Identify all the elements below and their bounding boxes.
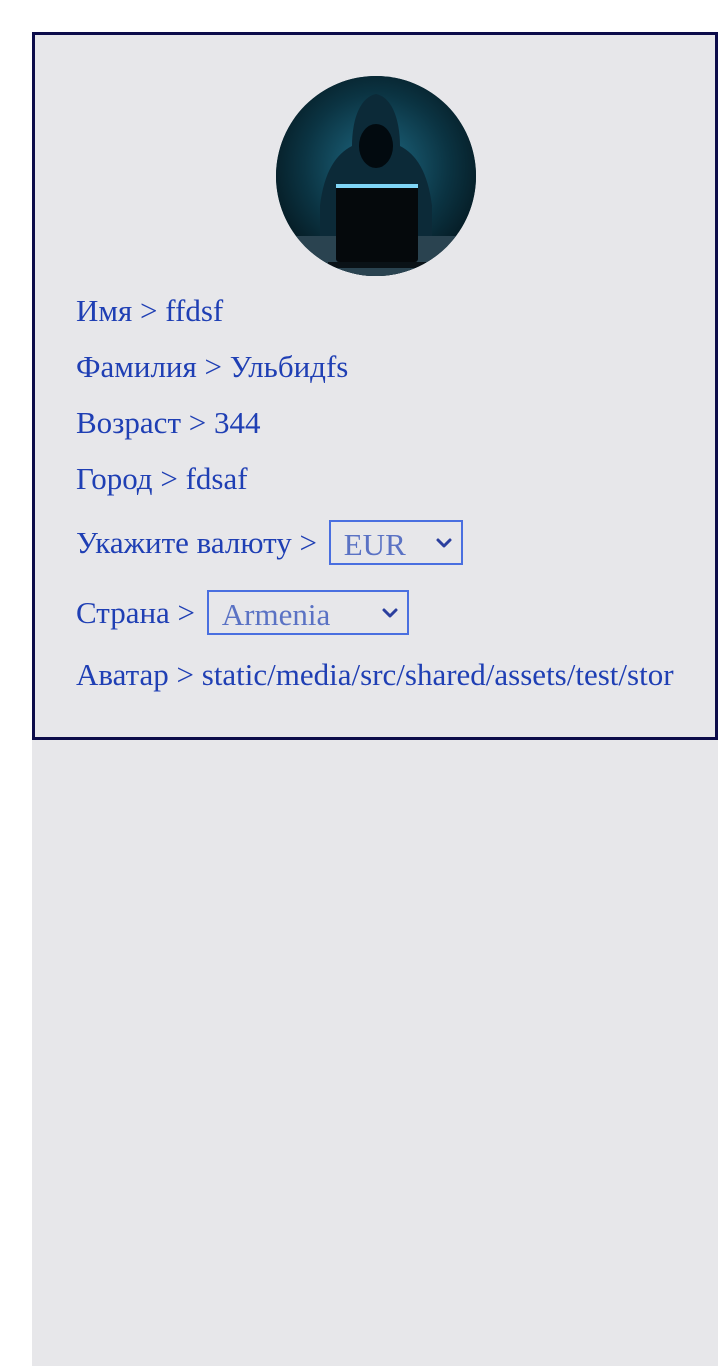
avatar-image xyxy=(276,76,476,276)
age-value: 344 xyxy=(213,405,261,440)
avatar-path-value: static/media/src/shared/assets/test/stor… xyxy=(201,657,674,692)
last-name-value: Ульбидfs xyxy=(229,349,349,384)
country-label: Страна > xyxy=(76,595,196,630)
avatar-path-label: Аватар > xyxy=(76,657,194,692)
currency-label: Укажите валюту > xyxy=(76,525,317,560)
country-select-value: Armenia xyxy=(221,597,331,633)
last-name-row: Фамилия > Ульбидfs xyxy=(76,349,348,385)
country-row: Страна > Armenia xyxy=(76,590,409,636)
currency-select[interactable]: EUR xyxy=(328,520,463,566)
first-name-label: Имя > xyxy=(76,293,158,328)
city-row: Город > fdsaf xyxy=(76,461,248,497)
currency-row: Укажите валюту > EUR xyxy=(76,520,463,566)
currency-select-value: EUR xyxy=(343,527,406,563)
avatar-path-row: Аватар > static/media/src/shared/assets/… xyxy=(76,657,674,693)
age-row: Возраст > 344 xyxy=(76,405,260,441)
chevron-down-icon xyxy=(382,608,398,618)
country-select[interactable]: Armenia xyxy=(206,590,409,636)
last-name-label: Фамилия > xyxy=(76,349,223,384)
first-name-row: Имя > ffdsf xyxy=(76,293,223,329)
age-label: Возраст > xyxy=(76,405,207,440)
first-name-value: ffdsf xyxy=(165,293,224,328)
profile-card: Имя > ffdsf Фамилия > Ульбидfs Возраст >… xyxy=(32,32,718,740)
chevron-down-icon xyxy=(436,538,452,548)
city-label: Город > xyxy=(76,461,178,496)
city-value: fdsaf xyxy=(185,461,248,496)
avatar xyxy=(276,76,476,276)
